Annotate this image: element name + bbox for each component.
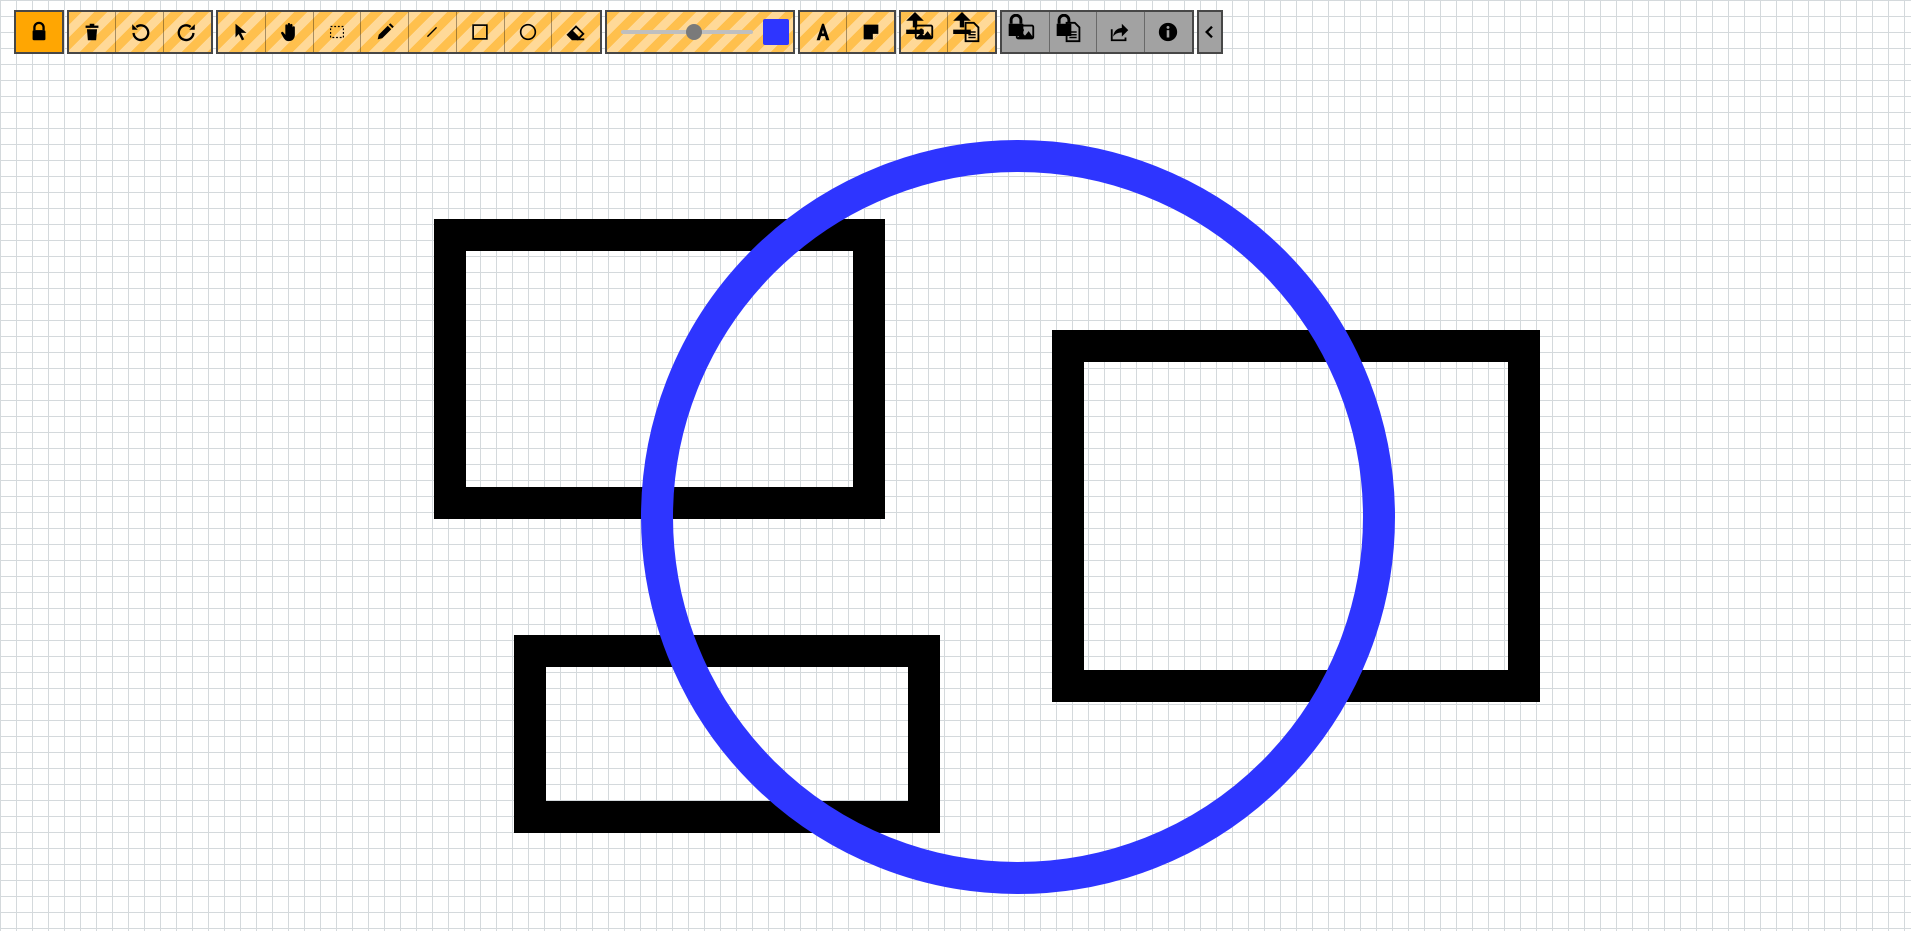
dashed-rect-icon <box>329 25 344 39</box>
line-icon <box>427 26 438 38</box>
redo-button[interactable] <box>164 12 211 52</box>
upload-pdf-button[interactable] <box>948 12 995 52</box>
select-button[interactable] <box>218 12 266 52</box>
small-lock-icon <box>1056 14 1071 36</box>
upload-arrow-icon <box>906 12 924 34</box>
pan-button[interactable] <box>266 12 314 52</box>
style-group <box>605 10 795 54</box>
info-icon <box>1159 22 1178 42</box>
area-select-button[interactable] <box>314 12 362 52</box>
rect-right[interactable] <box>1052 330 1540 702</box>
tools-group <box>216 10 602 54</box>
undo-button[interactable] <box>116 12 164 52</box>
eraser-button[interactable] <box>552 12 600 52</box>
save-image-button[interactable] <box>1002 12 1050 52</box>
circle-button[interactable] <box>505 12 553 52</box>
color-picker[interactable] <box>763 19 789 45</box>
slider-thumb[interactable] <box>685 24 702 40</box>
toolbar <box>0 0 1230 56</box>
info-button[interactable] <box>1145 12 1192 52</box>
rect-top-left[interactable] <box>434 219 885 519</box>
upload-group <box>899 10 997 54</box>
rectangle-icon <box>472 24 488 40</box>
text-button[interactable] <box>800 12 848 52</box>
drawing-canvas[interactable] <box>0 0 1911 931</box>
upload-arrow-icon <box>953 12 971 34</box>
share-group <box>1000 10 1194 54</box>
pointer-icon <box>235 23 247 41</box>
text-group <box>798 10 896 54</box>
rectangle-button[interactable] <box>457 12 505 52</box>
line-button[interactable] <box>409 12 457 52</box>
share-button[interactable] <box>1097 12 1145 52</box>
lock-icon <box>32 21 46 41</box>
collapse-group <box>1197 10 1223 54</box>
blue-circle[interactable] <box>641 140 1395 894</box>
upload-image-button[interactable] <box>901 12 949 52</box>
pencil-button[interactable] <box>361 12 409 52</box>
stroke-width-slider[interactable] <box>621 24 753 40</box>
save-pdf-button[interactable] <box>1050 12 1097 52</box>
lock-button[interactable] <box>16 12 62 52</box>
sticky-note-button[interactable] <box>847 12 894 52</box>
text-A-icon <box>816 23 830 41</box>
chevron-left-icon <box>1205 25 1213 39</box>
sticky-note-icon <box>863 24 878 40</box>
rect-bottom[interactable] <box>514 635 940 833</box>
circle-icon <box>519 23 537 41</box>
lock-group <box>14 10 64 54</box>
undo-icon <box>131 24 149 42</box>
small-lock-icon <box>1008 14 1024 36</box>
collapse-toolbar-button[interactable] <box>1199 12 1221 52</box>
pencil-icon <box>377 23 394 40</box>
history-group <box>67 10 213 54</box>
redo-icon <box>178 24 196 42</box>
eraser-icon <box>566 25 585 41</box>
clear-button[interactable] <box>69 12 117 52</box>
hand-icon <box>281 23 295 42</box>
share-icon <box>1111 23 1129 42</box>
trash-icon <box>85 23 99 41</box>
